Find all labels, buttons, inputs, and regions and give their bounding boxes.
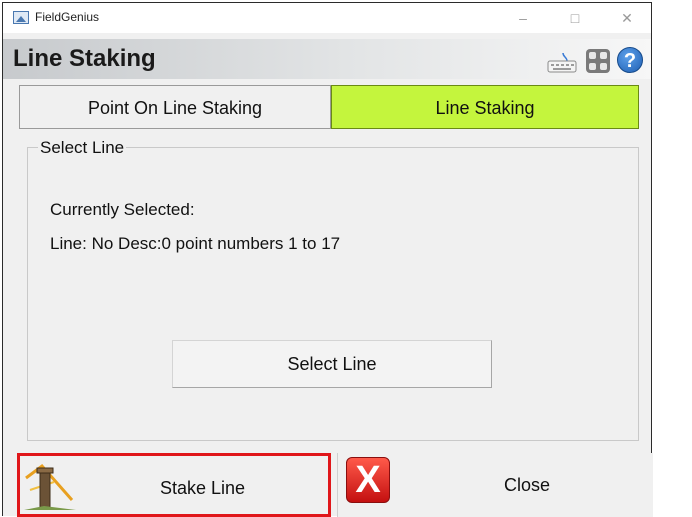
stake-icon	[24, 463, 76, 510]
keyboard-icon[interactable]	[547, 53, 577, 73]
close-label: Close	[504, 475, 551, 495]
select-line-group: Select Line Currently Selected: Line: No…	[27, 138, 639, 441]
calculator-icon[interactable]	[586, 49, 610, 73]
minimize-button[interactable]: –	[503, 7, 543, 29]
current-line-value: Line: No Desc:0 point numbers 1 to 17	[50, 234, 341, 253]
stake-line-label: Stake Line	[160, 478, 246, 498]
app-window: FieldGenius – □ ✕ Line Staking ? Point O…	[2, 2, 653, 517]
page-title: Line Staking	[13, 45, 156, 72]
close-x-icon: X	[346, 457, 390, 503]
group-title: Select Line	[38, 138, 127, 158]
close-button[interactable]: X Close	[337, 453, 653, 517]
tab-bar: Point On Line Staking Line Staking	[19, 85, 639, 129]
tab-point-on-line-staking[interactable]: Point On Line Staking	[19, 85, 331, 129]
maximize-button[interactable]: □	[555, 7, 595, 29]
action-bar: Stake Line X Close	[13, 451, 653, 517]
page-header: Line Staking ?	[3, 39, 651, 79]
currently-selected-label: Currently Selected:	[50, 200, 195, 219]
window-close-button[interactable]: ✕	[607, 7, 647, 29]
stake-line-button[interactable]: Stake Line	[17, 453, 331, 517]
tab-line-staking[interactable]: Line Staking	[331, 85, 639, 129]
app-title: FieldGenius	[35, 10, 100, 24]
help-icon[interactable]: ?	[617, 47, 643, 73]
title-bar: FieldGenius – □ ✕	[3, 3, 651, 33]
select-line-button[interactable]: Select Line	[172, 340, 492, 388]
app-icon	[13, 11, 29, 24]
